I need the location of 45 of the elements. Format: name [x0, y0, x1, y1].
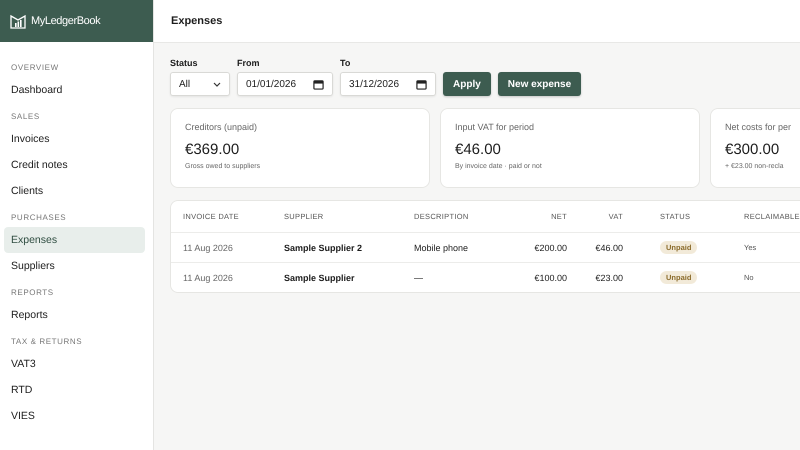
card-title: Creditors (unpaid): [185, 122, 258, 132]
nav-item[interactable]: Expenses: [4, 227, 145, 253]
table-cell-text: Mobile phone: [414, 242, 470, 252]
nav-item[interactable]: Invoices: [4, 126, 145, 152]
date-field[interactable]: 01/01/2026: [237, 72, 333, 96]
nav-item[interactable]: Reports: [4, 302, 145, 328]
calendar-icon[interactable]: [416, 78, 427, 90]
table-cell-text: €100.00: [533, 272, 567, 282]
table-cell-text: Sample Supplier 2: [284, 242, 364, 252]
nav-item[interactable]: RTD: [4, 377, 145, 403]
action-button[interactable]: Apply: [443, 72, 491, 96]
status-select[interactable]: All: [170, 72, 230, 96]
table-cell-text: 11 Aug 2026: [183, 272, 234, 282]
table-cell-text: €23.00: [594, 272, 623, 282]
card-value: €369.00: [185, 141, 240, 158]
section-heading: OVERVIEW: [10, 62, 60, 74]
field-label: From: [237, 58, 260, 68]
table-cell-text: Sample Supplier: [284, 272, 356, 282]
nav-item[interactable]: Clients: [4, 178, 145, 204]
nav-item[interactable]: VIES: [4, 403, 145, 429]
table-cell-text: 11 Aug 2026: [183, 242, 234, 252]
card-value: €46.00: [455, 141, 502, 158]
date-field[interactable]: 31/12/2026: [340, 72, 436, 96]
section-heading: PURCHASES: [10, 212, 68, 224]
nav-item[interactable]: VAT3: [4, 351, 145, 377]
card-title: Net costs for per: [725, 122, 792, 132]
page-title: Expenses: [171, 15, 222, 27]
table-cell-text: —: [414, 272, 424, 282]
field-label: To: [340, 58, 352, 68]
card-title: Input VAT for period: [455, 122, 536, 132]
nav-item[interactable]: Suppliers: [4, 253, 145, 279]
field-label: Status: [170, 58, 199, 68]
section-heading: REPORTS: [10, 287, 55, 299]
nav-item[interactable]: Credit notes: [4, 152, 145, 178]
table-cell-text: €46.00: [594, 242, 623, 252]
section-heading: SALES: [10, 111, 41, 123]
logo-icon: [10, 13, 26, 29]
caret-icon: [213, 82, 221, 86]
calendar-icon[interactable]: [313, 78, 324, 90]
nav-item[interactable]: Dashboard: [4, 77, 145, 103]
table-cell-text: €200.00: [533, 242, 567, 252]
section-heading: TAX & RETURNS: [10, 336, 84, 348]
card-value: €300.00: [725, 141, 780, 158]
action-button[interactable]: New expense: [498, 72, 582, 96]
brand-name: MyLedgerBook: [31, 15, 100, 27]
